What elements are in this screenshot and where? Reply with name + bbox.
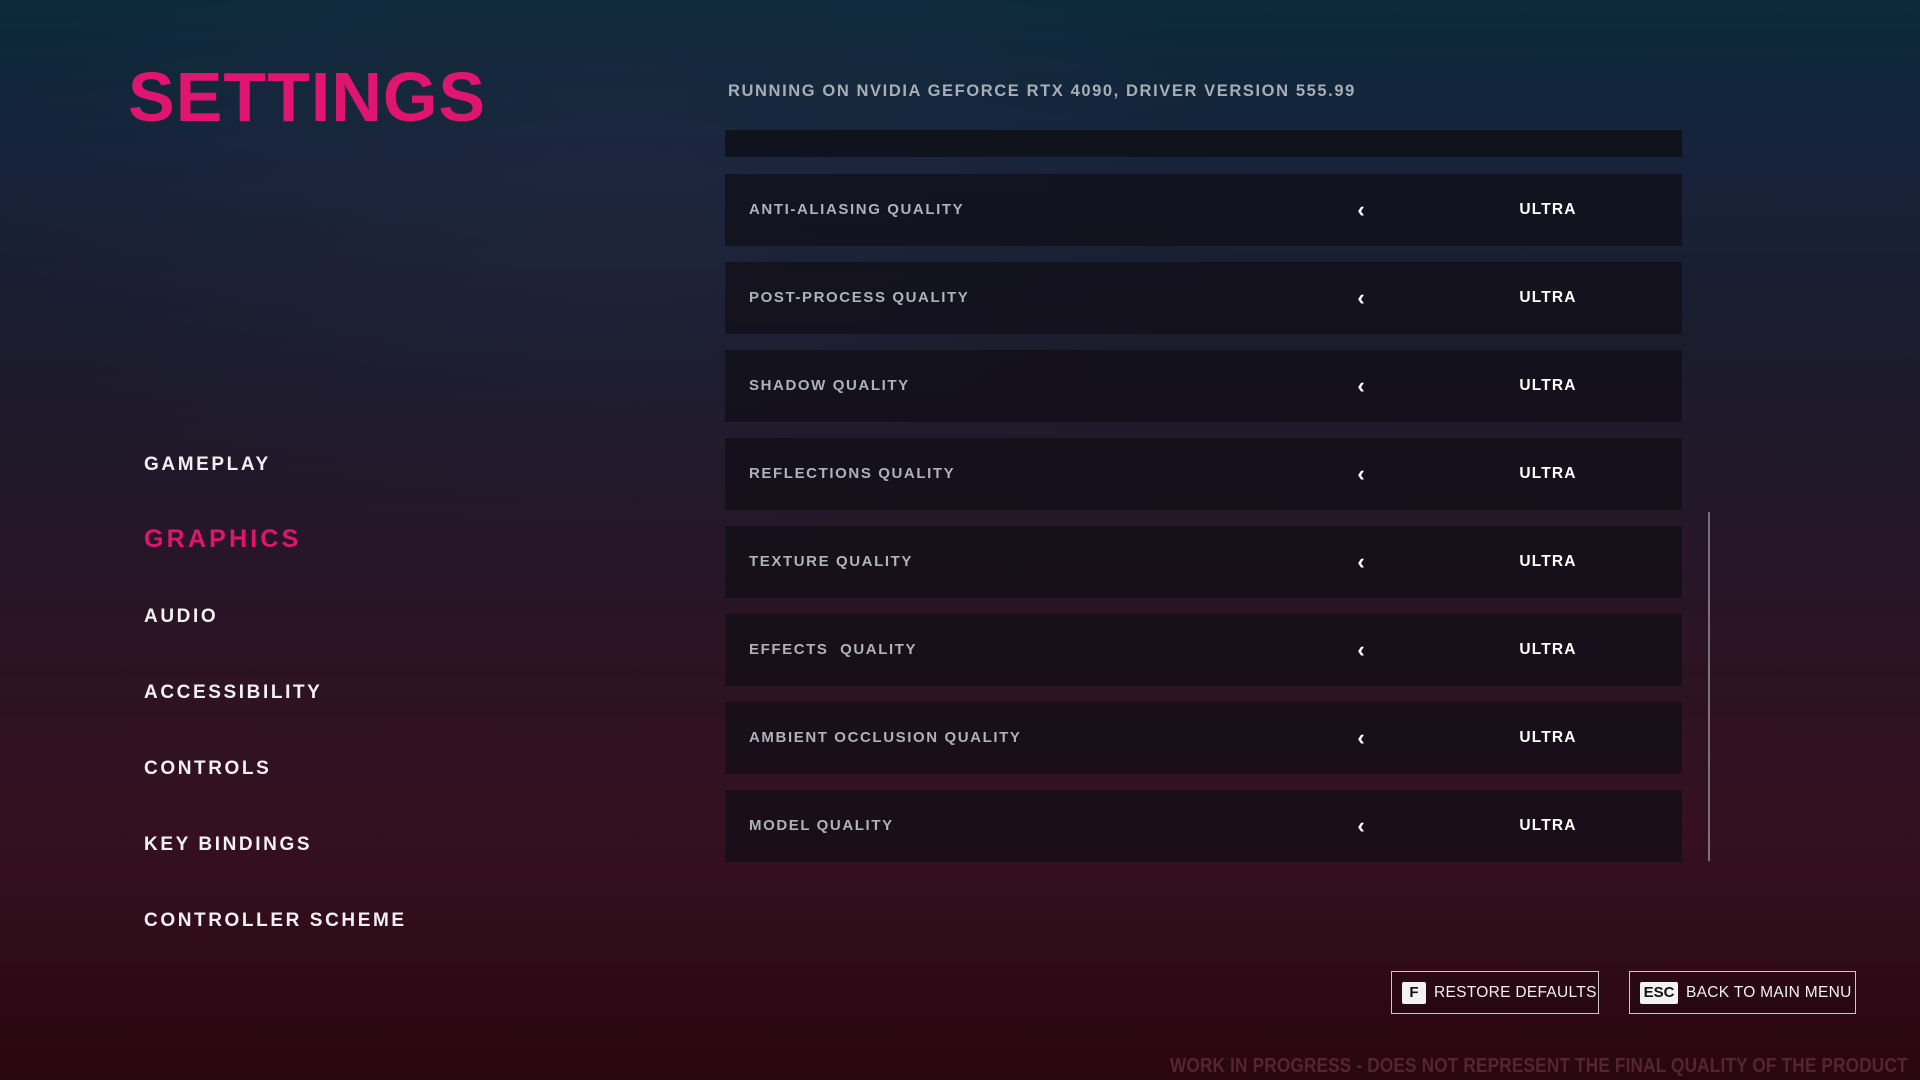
list-top-row-partial [725, 130, 1682, 157]
key-f-badge: F [1402, 981, 1426, 1004]
back-to-main-menu-label: BACK TO MAIN MENU [1686, 983, 1852, 1001]
nav-item-accessibility[interactable]: ACCESSIBILITY [144, 682, 322, 704]
restore-defaults-button[interactable]: F RESTORE DEFAULTS [1391, 971, 1599, 1014]
graphics-settings-list: ANTI-ALIASING QUALITY ‹ ULTRA POST-PROCE… [725, 130, 1682, 862]
chevron-left-icon[interactable]: ‹ [1352, 724, 1370, 752]
page-title: SETTINGS [128, 58, 487, 136]
gpu-driver-info: RUNNING ON NVIDIA GEFORCE RTX 4090, DRIV… [728, 82, 1356, 100]
setting-value: ULTRA [1519, 377, 1577, 394]
setting-value: ULTRA [1519, 553, 1577, 570]
nav-item-controls[interactable]: CONTROLS [144, 758, 271, 780]
settings-scrollbar[interactable] [1708, 512, 1710, 861]
chevron-left-icon[interactable]: ‹ [1352, 636, 1370, 664]
chevron-left-icon[interactable]: ‹ [1352, 548, 1370, 576]
chevron-left-icon[interactable]: ‹ [1352, 460, 1370, 488]
setting-label: POST-PROCESS QUALITY [749, 289, 970, 306]
setting-label: MODEL QUALITY [749, 817, 894, 834]
setting-label: EFFECTS QUALITY [749, 641, 918, 658]
nav-item-gameplay[interactable]: GAMEPLAY [144, 454, 271, 476]
setting-value: ULTRA [1519, 289, 1577, 306]
setting-row-model[interactable]: MODEL QUALITY ‹ ULTRA [725, 790, 1682, 862]
setting-row-anti-aliasing[interactable]: ANTI-ALIASING QUALITY ‹ ULTRA [725, 174, 1682, 246]
chevron-left-icon[interactable]: ‹ [1352, 284, 1370, 312]
setting-label: TEXTURE QUALITY [749, 553, 914, 570]
nav-item-controller-scheme[interactable]: CONTROLLER SCHEME [144, 910, 407, 932]
key-esc-badge: ESC [1640, 981, 1678, 1004]
setting-label: AMBIENT OCCLUSION QUALITY [749, 729, 1022, 746]
setting-row-shadow[interactable]: SHADOW QUALITY ‹ ULTRA [725, 350, 1682, 422]
setting-value: ULTRA [1519, 641, 1577, 658]
setting-row-texture[interactable]: TEXTURE QUALITY ‹ ULTRA [725, 526, 1682, 598]
restore-defaults-label: RESTORE DEFAULTS [1434, 983, 1597, 1001]
setting-label: SHADOW QUALITY [749, 377, 910, 394]
setting-value: ULTRA [1519, 729, 1577, 746]
setting-label: ANTI-ALIASING QUALITY [749, 201, 965, 218]
setting-value: ULTRA [1519, 817, 1577, 834]
nav-item-graphics[interactable]: GRAPHICS [144, 525, 302, 554]
setting-label: REFLECTIONS QUALITY [749, 465, 956, 482]
chevron-left-icon[interactable]: ‹ [1352, 812, 1370, 840]
wip-watermark: WORK IN PROGRESS - DOES NOT REPRESENT TH… [1170, 1055, 1908, 1077]
setting-row-effects[interactable]: EFFECTS QUALITY ‹ ULTRA [725, 614, 1682, 686]
chevron-left-icon[interactable]: ‹ [1352, 196, 1370, 224]
nav-item-key-bindings[interactable]: KEY BINDINGS [144, 834, 312, 856]
setting-row-reflections[interactable]: REFLECTIONS QUALITY ‹ ULTRA [725, 438, 1682, 510]
back-to-main-menu-button[interactable]: ESC BACK TO MAIN MENU [1629, 971, 1856, 1014]
chevron-left-icon[interactable]: ‹ [1352, 372, 1370, 400]
setting-value: ULTRA [1519, 201, 1577, 218]
setting-value: ULTRA [1519, 465, 1577, 482]
setting-row-post-process[interactable]: POST-PROCESS QUALITY ‹ ULTRA [725, 262, 1682, 334]
nav-item-audio[interactable]: AUDIO [144, 606, 218, 628]
setting-row-ambient-occlusion[interactable]: AMBIENT OCCLUSION QUALITY ‹ ULTRA [725, 702, 1682, 774]
